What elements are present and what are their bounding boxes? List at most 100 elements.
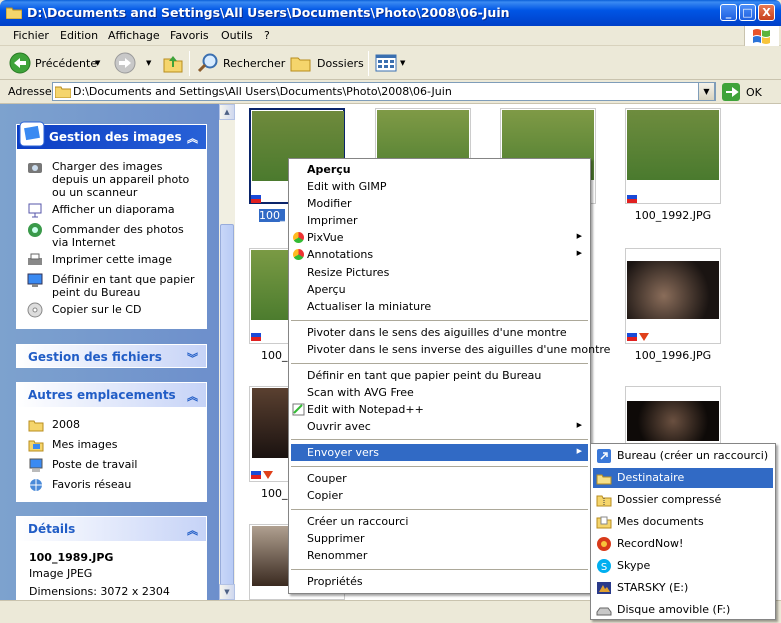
other-places-header[interactable]: Autres emplacements ︽ — [17, 383, 206, 407]
task-print[interactable]: Imprimer cette image — [52, 253, 202, 266]
scroll-thumb[interactable] — [220, 224, 234, 623]
menu-help[interactable]: ? — [264, 29, 270, 42]
ctx-annotations[interactable]: Annotations ▶ — [291, 246, 588, 263]
details-header[interactable]: Détails ︽ — [17, 517, 206, 541]
thumbnail-item[interactable] — [625, 108, 721, 204]
collapse-icon[interactable]: ︽ — [187, 130, 198, 146]
my-documents-icon — [596, 516, 612, 529]
folders-label[interactable]: Dossiers — [317, 57, 364, 70]
ctx-send-to[interactable]: Envoyer vers ▶ — [291, 444, 588, 461]
task-order-photos[interactable]: Commander des photos via Internet — [52, 223, 202, 249]
address-input[interactable]: D:\Documents and Settings\All Users\Docu… — [52, 82, 716, 101]
address-label: Adresse — [8, 85, 52, 98]
file-tasks-header[interactable]: Gestion des fichiers ︾ — [17, 345, 206, 369]
up-folder-button[interactable] — [162, 52, 184, 77]
details-dimensions: Dimensions: 3072 x 2304 — [29, 585, 170, 598]
ctx-scan-avg[interactable]: Scan with AVG Free — [291, 384, 414, 401]
ctx-rotate-ccw[interactable]: Pivoter dans le sens inverse des aiguill… — [291, 341, 610, 358]
thumbnail-label[interactable]: 100_1992.JPG — [625, 209, 721, 222]
ctx-set-wallpaper[interactable]: Définir en tant que papier peint du Bure… — [291, 367, 541, 384]
ctx-rename[interactable]: Renommer — [291, 547, 367, 564]
place-2008[interactable]: 2008 — [52, 418, 80, 431]
search-button[interactable] — [196, 52, 220, 77]
collapse-icon[interactable]: ︽ — [187, 388, 198, 404]
flag-icon — [627, 195, 637, 203]
menu-affichage[interactable]: Affichage — [108, 29, 160, 42]
place-network[interactable]: Favoris réseau — [52, 478, 131, 491]
ctx-edit-notepadpp[interactable]: Edit with Notepad++ — [291, 401, 424, 418]
file-tasks-box[interactable]: Gestion des fichiers ︾ — [16, 344, 207, 368]
back-label[interactable]: Précédente — [35, 57, 97, 70]
collapse-icon[interactable]: ︽ — [187, 522, 198, 538]
folder-icon — [55, 86, 71, 98]
cd-icon — [27, 302, 43, 318]
ctx-cut[interactable]: Couper — [291, 470, 347, 487]
ctx-modify[interactable]: Modifier — [291, 195, 351, 212]
menu-outils[interactable]: Outils — [221, 29, 253, 42]
photo-party-night — [252, 526, 292, 586]
task-pane-scrollbar[interactable]: ▲ ▼ — [219, 104, 235, 623]
ctx-print[interactable]: Imprimer — [291, 212, 358, 229]
menu-edition[interactable]: Edition — [60, 29, 98, 42]
sendto-skype[interactable]: S Skype — [593, 556, 773, 576]
ctx-resize[interactable]: Resize Pictures — [291, 264, 389, 281]
ctx-delete[interactable]: Supprimer — [291, 530, 365, 547]
sendto-starsky-drive[interactable]: STARSKY (E:) — [593, 578, 773, 598]
views-dropdown-icon[interactable]: ▼ — [400, 59, 405, 67]
thumbnail-label[interactable]: 100_ — [261, 349, 288, 362]
folders-button[interactable] — [290, 53, 312, 76]
minimize-button[interactable]: _ — [720, 4, 737, 21]
my-pictures-icon — [28, 440, 44, 452]
address-dropdown-button[interactable]: ▼ — [698, 82, 715, 101]
ctx-open-with[interactable]: Ouvrir avec ▶ — [291, 418, 588, 435]
ctx-pixvue[interactable]: PixVue ▶ — [291, 229, 588, 246]
forward-button[interactable] — [114, 52, 136, 77]
image-tasks-header[interactable]: Gestion des images ︽ — [17, 125, 206, 149]
sendto-mail-recipient[interactable]: Destinataire — [593, 468, 773, 488]
toolbar: Précédente ▼ ▼ Rechercher Dossiers ▼ — [0, 47, 781, 80]
ctx-create-shortcut[interactable]: Créer un raccourci — [291, 513, 408, 530]
sendto-my-documents[interactable]: Mes documents — [593, 512, 773, 532]
folder-icon — [6, 7, 22, 19]
ctx-refresh-thumbnail[interactable]: Actualiser la miniature — [291, 298, 431, 315]
place-my-computer[interactable]: Poste de travail — [52, 458, 137, 471]
flag-icon — [627, 333, 637, 341]
thumbnail-label[interactable]: 100_1996.JPG — [625, 349, 721, 362]
sendto-compressed[interactable]: Dossier compressé — [593, 490, 773, 510]
go-button[interactable] — [722, 83, 740, 104]
ctx-edit-gimp[interactable]: Edit with GIMP — [291, 178, 387, 195]
thumbnail-label[interactable]: 100_ — [259, 209, 286, 222]
close-button[interactable]: X — [758, 4, 775, 21]
menu-favoris[interactable]: Favoris — [170, 29, 209, 42]
views-button[interactable] — [375, 53, 397, 76]
sendto-removable-disk[interactable]: Disque amovible (F:) — [593, 600, 773, 620]
task-set-wallpaper[interactable]: Définir en tant que papier peint du Bure… — [52, 273, 202, 299]
ctx-properties[interactable]: Propriétés — [291, 573, 363, 590]
scroll-down-button[interactable]: ▼ — [219, 584, 235, 600]
ctx-preview-2[interactable]: Aperçu — [291, 281, 346, 298]
back-button[interactable] — [9, 52, 31, 74]
expand-icon[interactable]: ︾ — [187, 350, 198, 366]
task-copy-cd[interactable]: Copier sur le CD — [52, 303, 202, 316]
ctx-rotate-cw[interactable]: Pivoter dans le sens des aiguilles d'une… — [291, 324, 567, 341]
sendto-recordnow[interactable]: RecordNow! — [593, 534, 773, 554]
back-dropdown-icon[interactable]: ▼ — [95, 59, 100, 67]
thumbnail-item[interactable] — [625, 248, 721, 344]
place-my-pictures[interactable]: Mes images — [52, 438, 117, 451]
title-bar[interactable]: D:\Documents and Settings\All Users\Docu… — [0, 0, 781, 26]
scroll-up-button[interactable]: ▲ — [219, 104, 235, 120]
sendto-recordnow-label: RecordNow! — [617, 537, 684, 550]
other-places-box: Autres emplacements ︽ 2008 Mes images Po… — [16, 382, 207, 502]
forward-dropdown-icon[interactable]: ▼ — [146, 59, 151, 67]
menu-fichier[interactable]: Fichier — [13, 29, 49, 42]
ctx-preview[interactable]: Aperçu — [291, 161, 351, 178]
thumbnail-label[interactable]: 100_ — [261, 487, 288, 500]
ctx-copy[interactable]: Copier — [291, 487, 343, 504]
go-label[interactable]: OK — [746, 86, 762, 99]
sendto-desktop[interactable]: Bureau (créer un raccourci) — [593, 446, 773, 466]
search-label[interactable]: Rechercher — [223, 57, 285, 70]
maximize-button[interactable]: □ — [739, 4, 756, 21]
task-slideshow[interactable]: Afficher un diaporama — [52, 203, 202, 216]
print-icon — [28, 253, 42, 265]
task-load-images[interactable]: Charger des images depuis un appareil ph… — [52, 160, 202, 199]
